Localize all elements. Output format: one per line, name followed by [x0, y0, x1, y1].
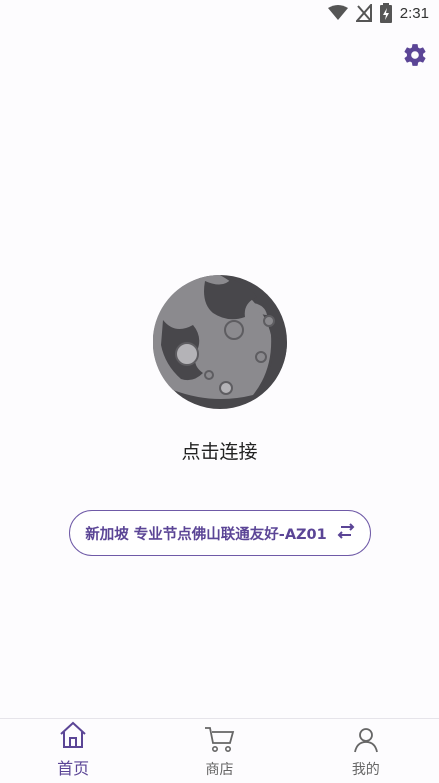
- swap-arrows-icon: [337, 523, 355, 543]
- tab-mine[interactable]: 我的: [293, 719, 439, 783]
- tab-home[interactable]: 首页: [0, 719, 146, 783]
- cart-icon: [203, 725, 235, 757]
- tab-mine-label: 我的: [351, 762, 380, 778]
- connect-label: 点击连接: [181, 441, 258, 463]
- moon-icon: [152, 274, 287, 413]
- tab-home-label: 首页: [57, 759, 90, 778]
- tab-store[interactable]: 商店: [146, 719, 292, 783]
- status-bar: 2:31: [0, 0, 439, 26]
- gear-icon: [402, 42, 428, 72]
- battery-charging-icon: [379, 3, 392, 23]
- tab-store-label: 商店: [205, 762, 234, 778]
- connect-button[interactable]: [152, 274, 287, 409]
- node-selector-button[interactable]: 新加坡 专业节点佛山联通友好-AZ01: [69, 510, 371, 556]
- bottom-tab-bar: 首页 商店 我的: [0, 718, 439, 783]
- user-icon: [353, 727, 379, 757]
- status-time: 2:31: [399, 4, 429, 22]
- home-icon: [58, 721, 88, 753]
- wifi-icon: [327, 5, 348, 21]
- node-name: 新加坡 专业节点佛山联通友好-AZ01: [85, 526, 327, 543]
- no-signal-icon: [355, 4, 372, 22]
- settings-button[interactable]: [401, 43, 429, 71]
